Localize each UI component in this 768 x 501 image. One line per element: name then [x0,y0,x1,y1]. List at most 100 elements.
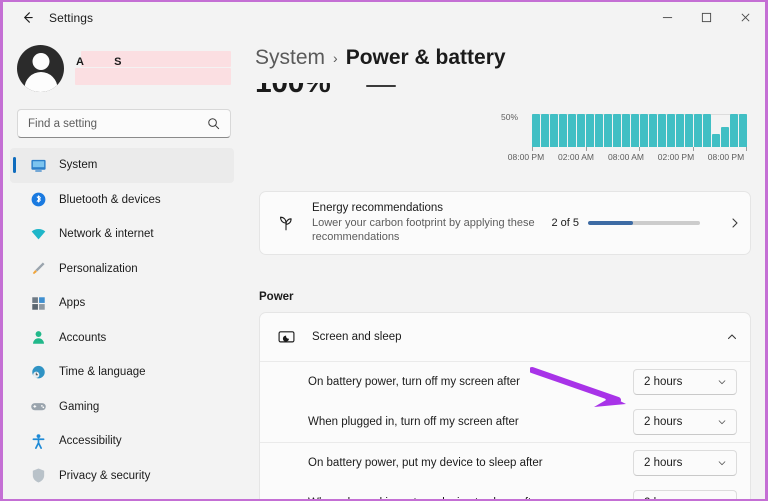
sidebar: A S System [3,33,239,499]
chevron-down-icon [717,458,727,468]
energy-progress-fill [588,221,633,225]
energy-count: 2 of 5 [551,217,579,229]
clock-globe-icon [23,364,53,381]
dropdown-plugged-screen-off[interactable]: 2 hours [633,409,737,435]
title-bar: Settings [3,2,765,33]
chevron-up-icon[interactable] [714,331,750,343]
page-title: Power & battery [345,46,506,69]
chart-bar [667,114,675,147]
chart-bar [577,114,585,147]
chart-bar [640,114,648,147]
sidebar-item-windows-update[interactable]: Windows Update [10,493,234,499]
chevron-down-icon [717,417,727,427]
dropdown-plugged-sleep[interactable]: 2 hours [633,490,737,499]
dropdown-battery-sleep[interactable]: 2 hours [633,450,737,476]
monitor-sleep-icon [260,328,312,347]
breadcrumb: System › Power & battery [239,33,765,83]
setting-label: On battery power, turn off my screen aft… [308,376,520,388]
setting-label: On battery power, put my device to sleep… [308,457,543,469]
monitor-icon [23,157,53,174]
sidebar-item-label: Time & language [59,366,146,379]
sidebar-item-personalization[interactable]: Personalization [10,252,234,287]
setting-row-battery-sleep: On battery power, put my device to sleep… [260,443,750,483]
dropdown-value: 2 hours [634,497,717,499]
chart-bar [559,114,567,147]
main-content: 100% 50% 08:00 PM 02:00 AM 08:00 AM 02:0… [239,33,765,499]
chart-plot-area [532,114,747,147]
sidebar-item-network-internet[interactable]: Network & internet [10,217,234,252]
section-title-power: Power [259,291,294,303]
dropdown-battery-screen-off[interactable]: 2 hours [633,369,737,395]
energy-text-group: Energy recommendations Lower your carbon… [312,202,551,244]
avatar-head [32,53,49,70]
chart-bar [586,114,594,147]
settings-window: Settings A S Find a setting System Bluet… [3,2,765,499]
sidebar-item-label: Accessibility [59,435,122,448]
chart-bar [685,114,693,147]
energy-recommendations-card[interactable]: Energy recommendations Lower your carbon… [259,191,751,255]
sidebar-item-bluetooth-devices[interactable]: Bluetooth & devices [10,183,234,218]
chart-ytick-label: 50% [501,112,519,122]
search-box[interactable] [17,109,231,138]
chart-xtick: 02:00 PM [657,152,695,162]
bluetooth-icon [23,191,53,208]
chart-tick-mark [692,147,694,151]
maximize-icon [701,12,712,23]
apps-grid-icon [23,295,53,312]
sidebar-item-gaming[interactable]: Gaming [10,390,234,425]
paintbrush-icon [23,260,53,277]
chart-xtick-labels: 08:00 PM 02:00 AM 08:00 AM 02:00 PM 08:0… [501,152,751,162]
avatar-body [24,72,57,92]
chart-bar [739,114,747,147]
minimize-button[interactable] [648,2,687,33]
setting-label: When plugged in, turn off my screen afte… [308,416,519,428]
maximize-button[interactable] [687,2,726,33]
battery-history-chart: 50% 08:00 PM 02:00 AM 08:00 AM 02:00 PM … [501,78,751,162]
chart-tick-mark [639,147,640,151]
chevron-down-icon [717,377,727,387]
sidebar-item-label: Bluetooth & devices [59,193,161,206]
chart-bar [712,134,720,147]
battery-trend-dash [366,85,396,87]
account-initials: A S [76,56,122,68]
setting-label: When plugged in, put my device to sleep … [308,497,633,499]
search-input[interactable] [18,117,207,130]
breadcrumb-parent[interactable]: System [255,46,325,70]
dropdown-value: 2 hours [644,416,683,428]
setting-row-battery-screen-off: On battery power, turn off my screen aft… [260,362,750,402]
chart-bar [631,114,639,147]
screen-and-sleep-header[interactable]: Screen and sleep [260,313,750,361]
close-icon [741,13,750,22]
chevron-right-icon[interactable] [720,217,750,229]
close-button[interactable] [726,2,765,33]
chart-bar [541,114,549,147]
search-icon [207,117,220,130]
energy-title: Energy recommendations [312,202,444,214]
sidebar-item-label: Apps [59,297,86,310]
chart-xtick: 08:00 AM [608,152,644,162]
chart-tick-mark [585,147,587,151]
sidebar-item-time-language[interactable]: Time & language [10,355,234,390]
sidebar-item-label: Gaming [59,400,100,413]
sidebar-item-label: Accounts [59,331,107,344]
screen-and-sleep-card: Screen and sleep On battery power, turn … [259,312,751,499]
sidebar-item-apps[interactable]: Apps [10,286,234,321]
sidebar-item-accessibility[interactable]: Accessibility [10,424,234,459]
chart-bar [658,114,666,147]
back-arrow-icon [23,12,33,23]
chart-bar [550,114,558,147]
sidebar-nav: System Bluetooth & devices Network & int… [10,148,234,499]
wifi-icon [23,226,53,243]
chart-bars [532,114,747,147]
gamepad-icon [23,398,53,415]
sidebar-item-label: Privacy & security [59,469,151,482]
account-header[interactable]: A S [17,42,232,100]
window-controls [648,2,765,33]
shield-icon [23,467,53,484]
chart-bar [604,114,612,147]
sidebar-item-privacy-security[interactable]: Privacy & security [10,459,234,494]
back-button[interactable] [12,5,42,31]
chart-xtick: 02:00 AM [558,152,594,162]
sidebar-item-system[interactable]: System [10,148,234,183]
sidebar-item-accounts[interactable]: Accounts [10,321,234,356]
